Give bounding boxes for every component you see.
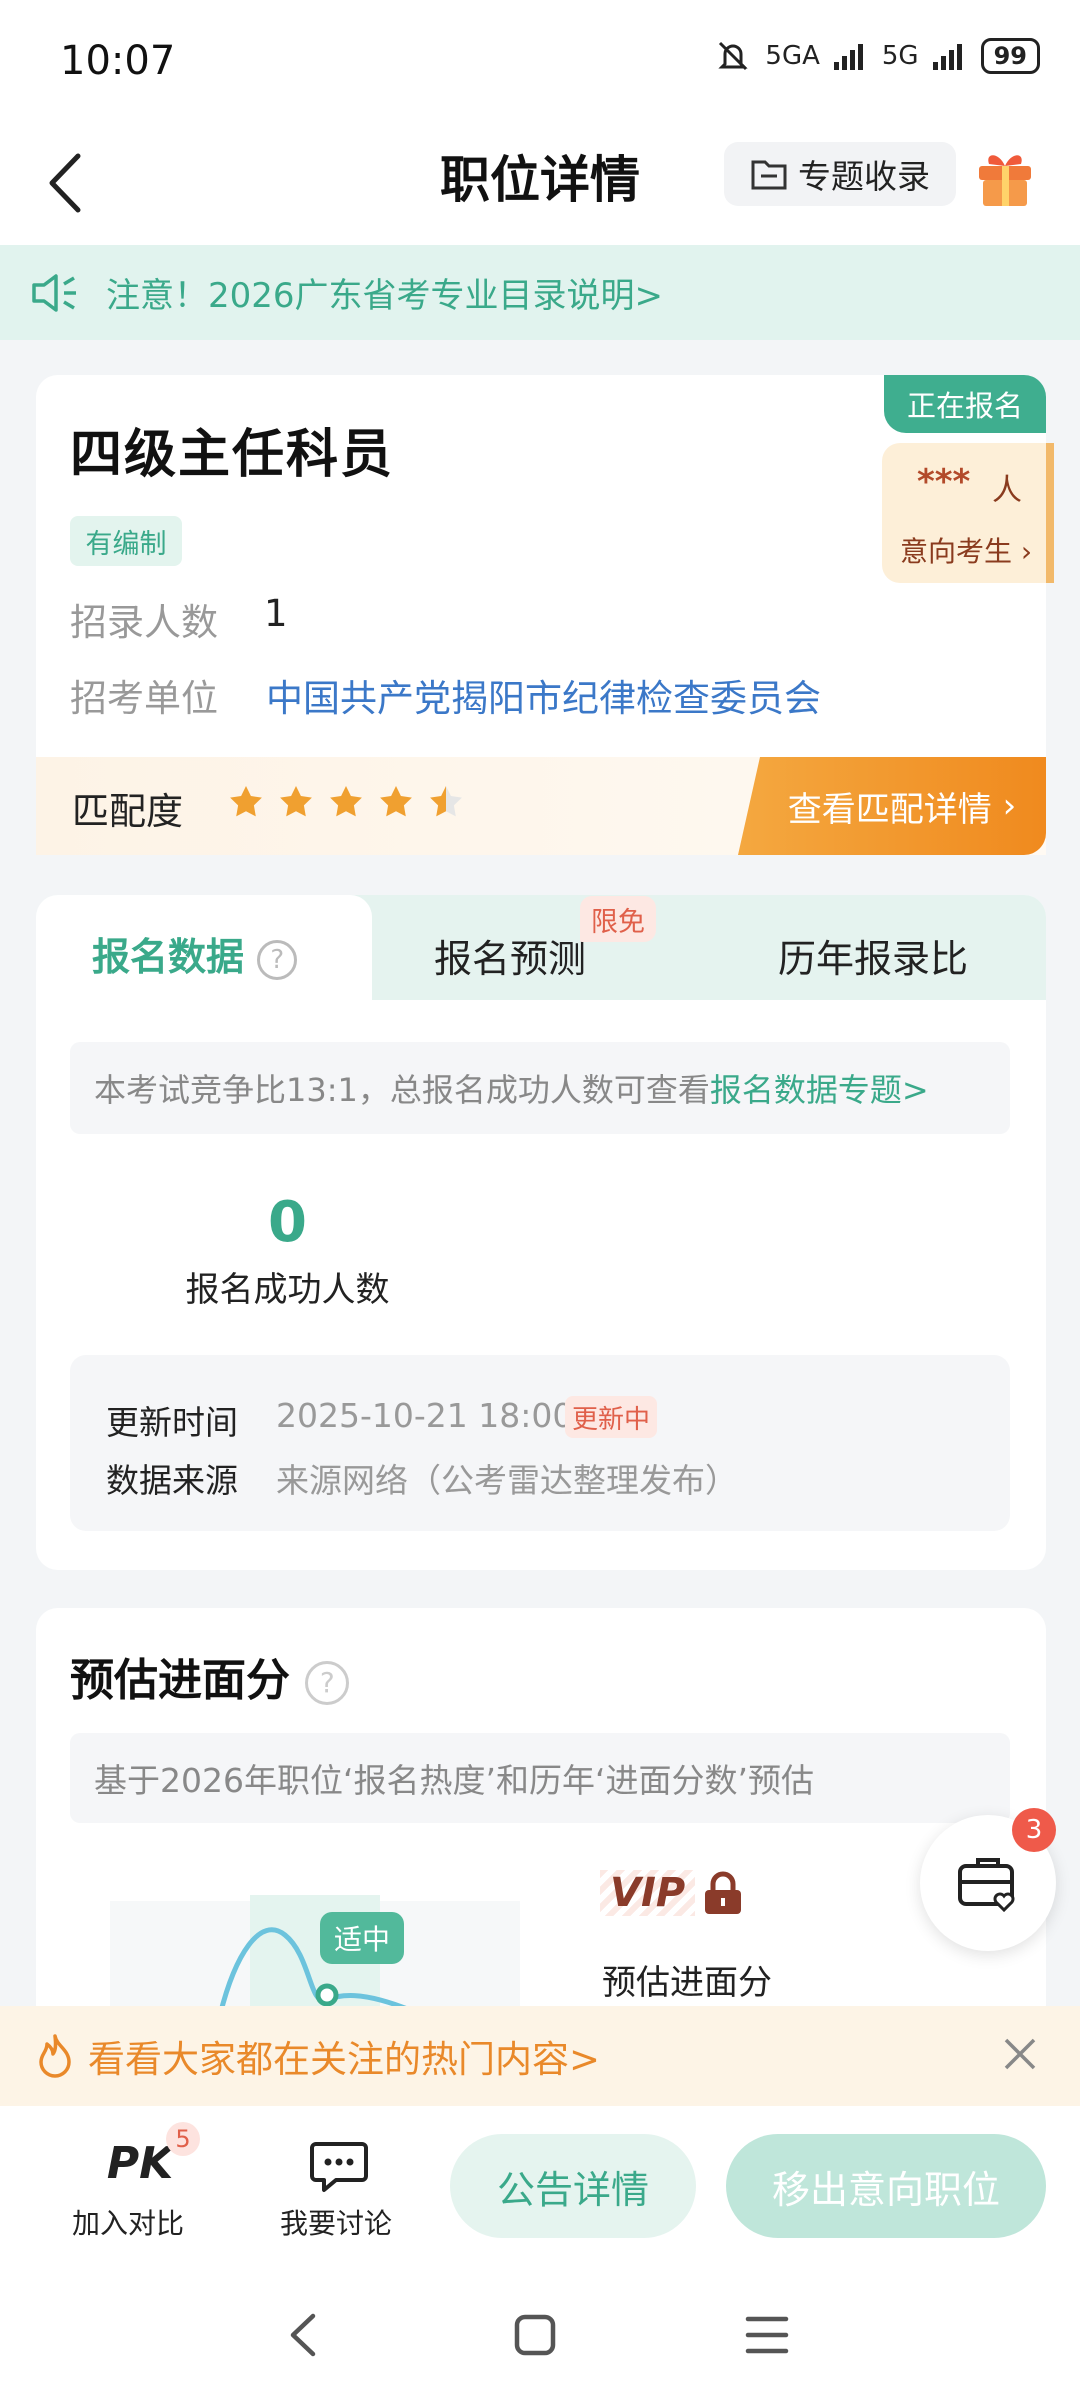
- updating-tag: 更新中: [565, 1396, 657, 1438]
- intent-count: ***: [917, 462, 971, 502]
- chevron-right-icon: ›: [991, 786, 1017, 826]
- star-icon: [280, 786, 312, 817]
- vip-lock[interactable]: VIP: [600, 1870, 745, 1916]
- tip-text: 本考试竞争比13:1，总报名成功人数可查看: [94, 1071, 710, 1109]
- match-label: 匹配度: [72, 790, 183, 833]
- chevron-right-icon: ›: [1012, 535, 1033, 568]
- unit-label: 招考单位: [70, 677, 218, 720]
- source-value: 来源网络（公考雷达整理发布）: [276, 1461, 738, 1500]
- speaker-icon: [32, 273, 76, 312]
- system-home-icon[interactable]: [514, 2314, 556, 2356]
- intent-label[interactable]: 意向考生 ›: [900, 530, 1032, 570]
- network-5g: 5G: [881, 41, 919, 71]
- tab-registration-data[interactable]: 报名数据 ?: [92, 926, 298, 981]
- score-curve-chart: [110, 1895, 520, 2015]
- system-menu-icon[interactable]: [745, 2314, 789, 2356]
- job-title: 四级主任科员: [70, 425, 395, 485]
- collect-label: 专题收录: [798, 157, 930, 196]
- notice-banner[interactable]: 注意！2026广东省考专业目录说明>: [0, 245, 1080, 340]
- gift-icon[interactable]: [975, 142, 1035, 208]
- close-icon[interactable]: [1000, 2034, 1040, 2074]
- collect-button[interactable]: 专题收录: [724, 142, 956, 206]
- unit-link[interactable]: 中国共产党揭阳市纪律检查委员会: [266, 668, 821, 722]
- announcement-button[interactable]: 公告详情: [450, 2134, 696, 2238]
- recruit-value: 1: [264, 592, 288, 635]
- competition-tip: 本考试竞争比13:1，总报名成功人数可查看 报名数据专题>: [70, 1042, 1010, 1134]
- discuss-button[interactable]: [310, 2140, 368, 2198]
- score-tip: 基于2026年职位‘报名热度’和历年‘进面分数’预估: [70, 1733, 1010, 1823]
- estimated-score-label: 预估进面分: [602, 1963, 772, 2003]
- match-detail-button[interactable]: 查看匹配详情 ›: [738, 757, 1046, 855]
- vip-badge: VIP: [600, 1870, 696, 1916]
- recruit-label: 招录人数: [70, 601, 218, 644]
- signal-icon-2: [932, 44, 962, 70]
- help-icon[interactable]: ?: [257, 939, 298, 980]
- network-5ga: 5GA: [765, 41, 820, 71]
- success-count: 0: [268, 1190, 307, 1255]
- briefcase-heart-icon: [958, 1858, 1015, 1912]
- chat-icon: [310, 2142, 368, 2192]
- fab-badge: 3: [1012, 1808, 1056, 1852]
- fit-tag: 适中: [320, 1912, 404, 1964]
- star-icon: [330, 786, 362, 817]
- enroll-status-tag: 正在报名: [884, 375, 1046, 433]
- update-time-key: 更新时间: [106, 1403, 238, 1442]
- status-icons: 5GA 5G 99: [715, 38, 1040, 74]
- flame-icon: [39, 2034, 71, 2078]
- discuss-label[interactable]: 我要讨论: [280, 2202, 392, 2242]
- battery-icon: 99: [980, 38, 1040, 74]
- source-key: 数据来源: [106, 1461, 238, 1500]
- remove-intent-button[interactable]: 移出意向职位: [726, 2134, 1046, 2238]
- hot-text: 看看大家都在关注的热门内容>: [88, 2038, 601, 2081]
- tab-historical-ratio[interactable]: 历年报录比: [778, 928, 968, 983]
- compare-label[interactable]: 加入对比: [72, 2202, 184, 2242]
- status-time: 10:07: [60, 38, 176, 84]
- lock-icon: [705, 1871, 742, 1914]
- star-icon: [380, 786, 412, 817]
- help-icon[interactable]: ?: [305, 1661, 350, 1705]
- free-badge: 限免: [580, 896, 656, 942]
- compare-badge: 5: [166, 2122, 200, 2156]
- update-time-value: 2025-10-21 18:00: [276, 1396, 574, 1435]
- star-icon: [230, 786, 262, 817]
- success-count-label: 报名成功人数: [185, 1270, 390, 1310]
- hot-content-banner[interactable]: 看看大家都在关注的热门内容>: [0, 2006, 1080, 2106]
- notice-text: 注意！2026广东省考专业目录说明>: [106, 276, 664, 316]
- folder-icon: [751, 160, 787, 190]
- pk-icon: PK: [106, 2138, 174, 2189]
- score-title: 预估进面分 ?: [70, 1644, 350, 1708]
- signal-icon: [833, 44, 863, 70]
- data-topic-link[interactable]: 报名数据专题>: [710, 1065, 929, 1111]
- tab-registration-forecast[interactable]: 报名预测: [434, 928, 586, 983]
- star-icon: [430, 786, 462, 817]
- mute-icon: [718, 41, 749, 71]
- bianzhi-tag: 有编制: [70, 516, 182, 566]
- intent-unit: 人: [992, 473, 1022, 508]
- system-back-icon[interactable]: [285, 2310, 321, 2360]
- match-stars: [228, 784, 464, 820]
